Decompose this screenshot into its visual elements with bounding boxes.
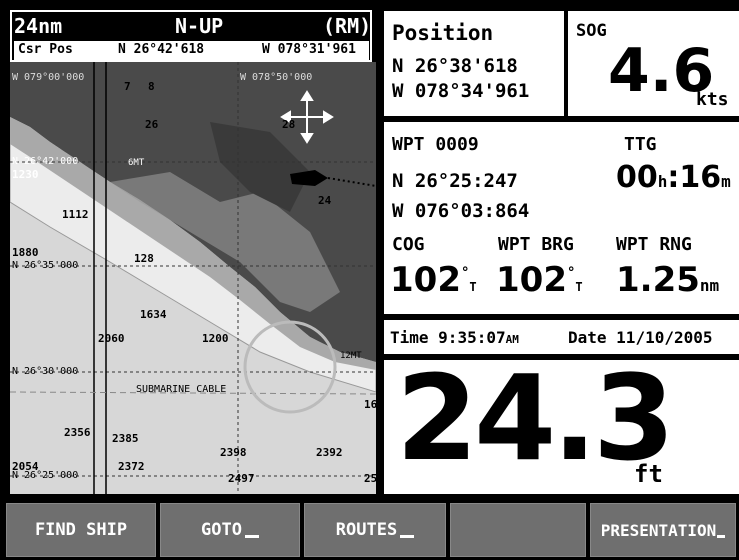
ttg-value: 00h:16m (616, 160, 731, 195)
position-panel: Position N 26°38'618 W 078°34'961 (384, 11, 564, 116)
chart-motion-mode[interactable]: (RM) (323, 14, 371, 38)
chart-orientation[interactable]: N-UP (175, 14, 223, 38)
date-readout: Date 11/10/2005 (568, 328, 713, 347)
depth-sounding: 2392 (316, 446, 343, 459)
depth-sounding: 2398 (220, 446, 247, 459)
depth-value: 24.3 (396, 349, 675, 487)
grid-label-lon-right: W 078°50'000 (240, 72, 313, 83)
sog-panel: SOG 4.6 kts (568, 11, 739, 116)
time-ampm: AM (505, 333, 519, 346)
time-value: 9:35:07 (438, 328, 506, 347)
cursor-lat: N 26°42'618 (118, 42, 205, 57)
depth-sounding: 16 (364, 398, 376, 411)
routes-softkey[interactable]: ROUTES (304, 503, 446, 557)
depth-sounding: 24 (318, 194, 332, 207)
wpt-rng-label: WPT RNG (616, 234, 692, 255)
ttg-label: TTG (624, 134, 657, 155)
depth-sounding: 2372 (118, 460, 145, 473)
depth-sounding: 2060 (98, 332, 125, 345)
light-label: 12MT (340, 351, 362, 361)
depth-sounding: 1200 (202, 332, 229, 345)
grid-label-lon-left: W 079°00'000 (12, 72, 85, 83)
wpt-rng-value: 1.25nm (616, 260, 719, 300)
depth-sounding: 28 (282, 118, 296, 131)
ttg-hours: 00 (616, 160, 658, 195)
ttg-minutes-unit: m (721, 172, 731, 191)
depth-sounding: 128 (134, 252, 154, 265)
waypoint-panel: WPT 0009 N 26°25:247 W 076°03:864 TTG 00… (384, 122, 739, 314)
light-label: 6MT (128, 158, 145, 168)
depth-sounding: 7 (124, 80, 131, 93)
position-title: Position (392, 21, 494, 45)
time-readout: Time 9:35:07AM (390, 328, 519, 347)
grid-label-lat-2: N 26°35'000 (12, 260, 79, 271)
ttg-hours-unit: h (657, 172, 668, 191)
waypoint-lon: W 076°03:864 (392, 200, 530, 222)
depth-panel: 24.3 ft (384, 353, 739, 494)
degree-icon: ° (566, 265, 576, 281)
chart-map[interactable]: W 079°00'000 W 078°50'000 N 26°42'000 N … (10, 62, 376, 494)
degree-icon: ° (460, 265, 470, 281)
submenu-indicator-icon (400, 534, 415, 538)
find-ship-softkey[interactable]: FIND SHIP (6, 503, 156, 557)
position-lon: W 078°34'961 (392, 80, 530, 102)
cog-value: 102°T (390, 260, 477, 300)
goto-label: GOTO (201, 520, 242, 540)
submarine-cable-label: SUBMARINE CABLE (136, 384, 227, 395)
goto-softkey[interactable]: GOTO (160, 503, 300, 557)
wpt-brg-value: 102°T (496, 260, 583, 300)
depth-unit: ft (634, 460, 663, 488)
depth-sounding: 1112 (62, 208, 89, 221)
chart-range[interactable]: 24nm (14, 14, 62, 38)
cursor-position-bar: Csr Pos N 26°42'618 W 078°31'961 (14, 41, 369, 60)
sog-title: SOG (576, 21, 607, 41)
depth-sounding: 1634 (140, 308, 167, 321)
waypoint-lat: N 26°25:247 (392, 170, 518, 192)
depth-sounding: 25 (364, 472, 376, 485)
time-label: Time (390, 328, 429, 347)
submenu-indicator-icon (717, 534, 726, 538)
rng-number: 1.25 (616, 260, 700, 300)
date-value: 11/10/2005 (616, 328, 713, 347)
depth-sounding: 8 (148, 80, 155, 93)
wpt-brg-label: WPT BRG (498, 234, 574, 255)
blank-softkey[interactable] (450, 503, 586, 557)
cog-label: COG (392, 234, 425, 255)
grid-label-lat-3: N 26°30'000 (12, 366, 79, 377)
ttg-minutes: 16 (679, 160, 722, 195)
depth-sounding: 26 (145, 118, 159, 131)
depth-sounding: 2356 (64, 426, 91, 439)
find-ship-label: FIND SHIP (34, 520, 128, 540)
cog-number: 102 (390, 260, 461, 300)
depth-sounding: 1880 (12, 246, 39, 259)
presentation-label: PRESENTATION (600, 520, 717, 540)
brg-number: 102 (496, 260, 567, 300)
depth-sounding: 2385 (112, 432, 139, 445)
presentation-softkey[interactable]: PRESENTATION (590, 503, 736, 557)
cursor-lon: W 078°31'961 (262, 42, 356, 57)
rng-unit: nm (699, 276, 720, 295)
cursor-label: Csr Pos (18, 42, 73, 57)
routes-label: ROUTES (335, 520, 398, 540)
sog-unit: kts (696, 89, 729, 110)
submenu-indicator-icon (244, 534, 259, 538)
brg-ref: T (575, 280, 583, 294)
depth-sounding: 2497 (228, 472, 255, 485)
date-label: Date (568, 328, 607, 347)
depth-sounding: 2054 (12, 460, 39, 473)
grid-label-lat-1: N 26°42'000 (12, 156, 79, 167)
cog-ref: T (469, 280, 477, 294)
depth-sounding: 1230 (12, 168, 39, 181)
position-lat: N 26°38'618 (392, 55, 518, 77)
waypoint-name: WPT 0009 (392, 134, 479, 155)
